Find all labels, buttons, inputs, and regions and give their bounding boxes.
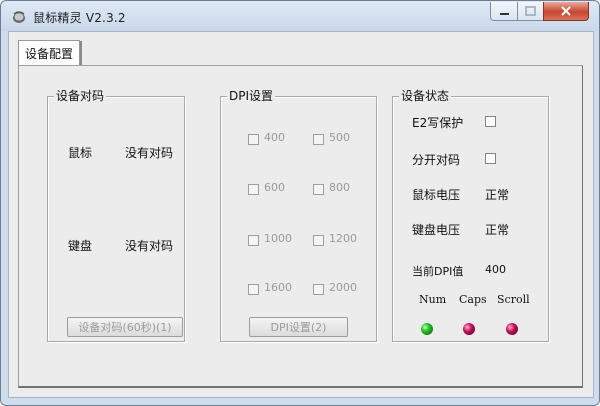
dpi-group-title: DPI设置	[227, 89, 276, 104]
dpi-600-label: 600	[264, 181, 285, 194]
scroll-lock-indicator	[506, 323, 518, 335]
split-pair-label: 分开对码	[412, 153, 461, 167]
dpi-600-checkbox[interactable]	[248, 184, 259, 195]
dpi-800-checkbox[interactable]	[313, 184, 324, 195]
dpi-1200-checkbox[interactable]	[313, 235, 324, 246]
status-group-title: 设备状态	[399, 89, 452, 104]
pairing-group-title: 设备对码	[54, 89, 107, 104]
close-button[interactable]	[543, 2, 589, 21]
tab-panel: 设备对码 鼠标 没有对码 键盘 没有对码 设备对码(60秒)(1) DPI设置 …	[18, 65, 583, 388]
dpi-1200-label: 1200	[329, 232, 357, 245]
pairing-group: 设备对码 鼠标 没有对码 键盘 没有对码 设备对码(60秒)(1)	[47, 89, 185, 342]
keyboard-pair-status: 没有对码	[125, 239, 174, 253]
title-bar[interactable]: 鼠标精灵 V2.3.2	[1, 1, 599, 31]
app-window: 鼠标精灵 V2.3.2 设备配置 设备对码 鼠标 没有对码 键盘 没有对码 设备…	[0, 0, 600, 406]
tab-shadow	[80, 41, 82, 66]
dpi-800-label: 800	[329, 181, 350, 194]
dpi-500-label: 500	[329, 131, 350, 144]
dpi-2000-label: 2000	[329, 281, 357, 294]
pair-device-button[interactable]: 设备对码(60秒)(1)	[67, 317, 183, 337]
dpi-1600-checkbox[interactable]	[248, 284, 259, 295]
dpi-400-label: 400	[264, 131, 285, 144]
num-lock-indicator	[421, 323, 433, 335]
dpi-group: DPI设置 400 500 600 800 1000 1200 1600 200…	[220, 89, 377, 342]
dpi-500-checkbox[interactable]	[313, 134, 324, 145]
keyboard-label: 键盘	[68, 239, 93, 253]
maximize-icon	[525, 6, 536, 16]
num-lock-label: Num	[419, 293, 447, 306]
maximize-button[interactable]	[517, 2, 544, 21]
keyboard-voltage-value: 正常	[485, 223, 510, 237]
e2-write-protect-label: E2写保护	[412, 116, 464, 130]
caps-lock-indicator	[463, 323, 475, 335]
scroll-lock-label: Scroll	[497, 293, 530, 306]
mouse-app-icon	[13, 11, 25, 23]
mouse-label: 鼠标	[68, 146, 93, 160]
dpi-1000-checkbox[interactable]	[248, 235, 259, 246]
tab-device-config[interactable]: 设备配置	[18, 40, 80, 66]
e2-write-protect-checkbox[interactable]	[485, 116, 496, 127]
minimize-button[interactable]	[490, 2, 518, 21]
dpi-2000-checkbox[interactable]	[313, 284, 324, 295]
mouse-pair-status: 没有对码	[125, 146, 174, 160]
mouse-voltage-value: 正常	[485, 188, 510, 202]
device-status-group: 设备状态 E2写保护 分开对码 鼠标电压 正常 键盘电压 正常 当前DPI值 4…	[392, 89, 549, 342]
split-pair-checkbox[interactable]	[485, 153, 496, 164]
dpi-400-checkbox[interactable]	[248, 134, 259, 145]
dpi-set-button[interactable]: DPI设置(2)	[249, 317, 348, 337]
current-dpi-value: 400	[485, 263, 506, 276]
dpi-1000-label: 1000	[264, 232, 292, 245]
dpi-1600-label: 1600	[264, 281, 292, 294]
keyboard-voltage-label: 键盘电压	[412, 223, 461, 237]
caps-lock-label: Caps	[459, 293, 487, 306]
window-title: 鼠标精灵 V2.3.2	[33, 11, 126, 25]
mouse-voltage-label: 鼠标电压	[412, 188, 461, 202]
client-area: 设备配置 设备对码 鼠标 没有对码 键盘 没有对码 设备对码(60秒)(1) D…	[8, 31, 594, 398]
current-dpi-label: 当前DPI值	[412, 265, 464, 278]
close-icon	[561, 6, 571, 16]
minimize-icon	[500, 13, 509, 15]
